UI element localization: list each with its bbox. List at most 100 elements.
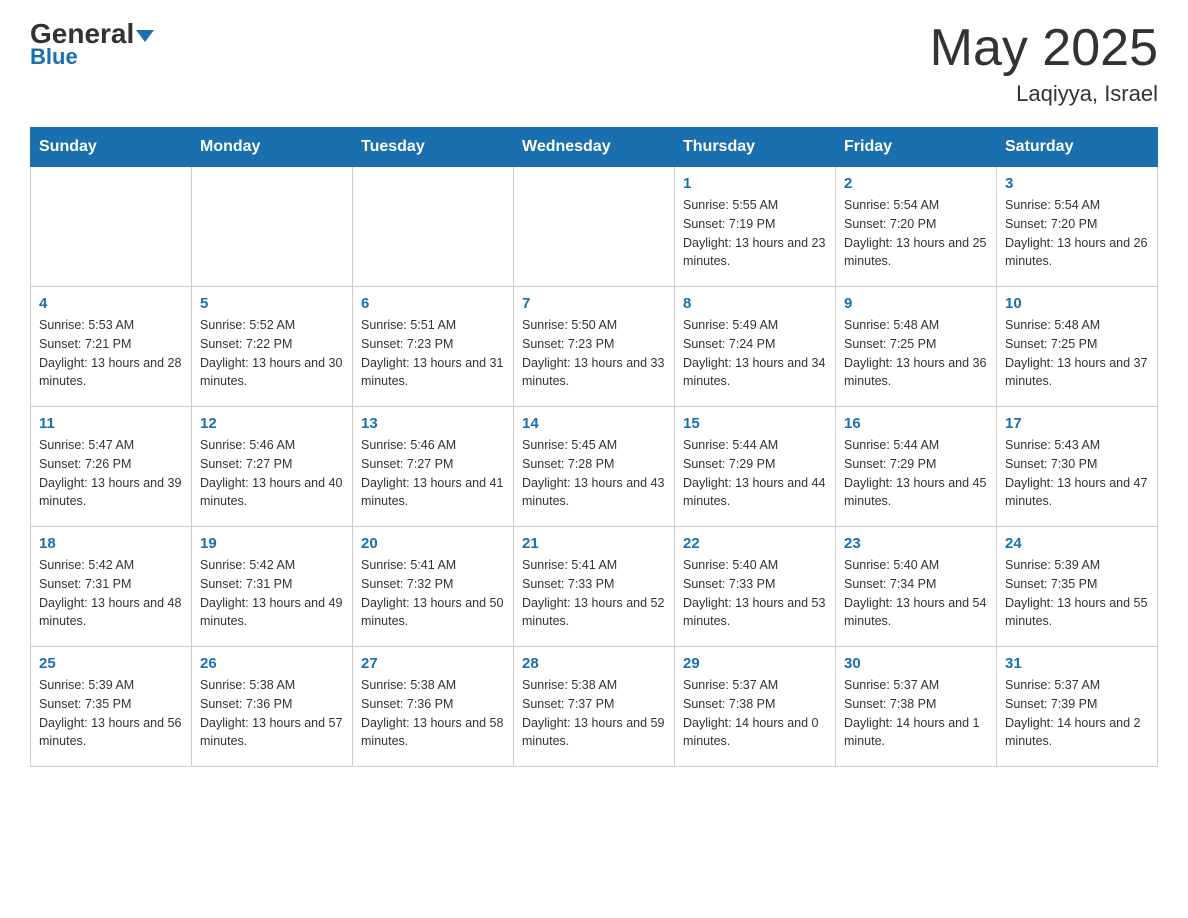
day-number: 3 [1005,175,1149,192]
day-number: 13 [361,415,505,432]
day-number: 23 [844,535,988,552]
day-info: Sunrise: 5:37 AMSunset: 7:39 PMDaylight:… [1005,676,1149,751]
day-info: Sunrise: 5:38 AMSunset: 7:36 PMDaylight:… [200,676,344,751]
day-info: Sunrise: 5:53 AMSunset: 7:21 PMDaylight:… [39,316,183,391]
calendar-cell: 14Sunrise: 5:45 AMSunset: 7:28 PMDayligh… [514,407,675,527]
calendar-cell: 4 Sunrise: 5:53 AMSunset: 7:21 PMDaylight… [31,287,192,407]
day-info: Sunrise: 5:41 AMSunset: 7:32 PMDaylight:… [361,556,505,631]
calendar-cell: 6Sunrise: 5:51 AMSunset: 7:23 PMDaylight… [353,287,514,407]
day-info: Sunrise: 5:38 AMSunset: 7:36 PMDaylight:… [361,676,505,751]
day-info: Sunrise: 5:43 AMSunset: 7:30 PMDaylight:… [1005,436,1149,511]
day-number: 20 [361,535,505,552]
week-row-4: 18 Sunrise: 5:42 AMSunset: 7:31 PMDayligh… [31,527,1158,647]
day-number: 25 [39,655,183,672]
day-info: Sunrise: 5:44 AMSunset: 7:29 PMDaylight:… [683,436,827,511]
day-info: Sunrise: 5:44 AMSunset: 7:29 PMDaylight:… [844,436,988,511]
day-info: Sunrise: 5:38 AMSunset: 7:37 PMDaylight:… [522,676,666,751]
day-number: 16 [844,415,988,432]
day-number: 6 [361,295,505,312]
calendar-cell: 24Sunrise: 5:39 AMSunset: 7:35 PMDayligh… [997,527,1158,647]
week-row-2: 4 Sunrise: 5:53 AMSunset: 7:21 PMDaylight… [31,287,1158,407]
week-row-1: 1 Sunrise: 5:55 AMSunset: 7:19 PMDaylight… [31,167,1158,287]
calendar-cell: 29 Sunrise: 5:37 AMSunset: 7:38 PMDayligh… [675,647,836,767]
calendar-cell: 3 Sunrise: 5:54 AMSunset: 7:20 PMDaylight… [997,167,1158,287]
weekday-header-saturday: Saturday [997,128,1158,167]
day-number: 4 [39,295,183,312]
calendar-cell: 18 Sunrise: 5:42 AMSunset: 7:31 PMDayligh… [31,527,192,647]
day-info: Sunrise: 5:46 AMSunset: 7:27 PMDaylight:… [200,436,344,511]
day-number: 30 [844,655,988,672]
day-number: 7 [522,295,666,312]
day-number: 24 [1005,535,1149,552]
calendar-cell [514,167,675,287]
weekday-header-thursday: Thursday [675,128,836,167]
day-info: Sunrise: 5:50 AMSunset: 7:23 PMDaylight:… [522,316,666,391]
title-area: May 2025 Laqiyya, Israel [930,20,1158,107]
day-info: Sunrise: 5:48 AMSunset: 7:25 PMDaylight:… [844,316,988,391]
day-number: 31 [1005,655,1149,672]
calendar-cell: 27Sunrise: 5:38 AMSunset: 7:36 PMDayligh… [353,647,514,767]
day-number: 26 [200,655,344,672]
day-number: 17 [1005,415,1149,432]
day-info: Sunrise: 5:47 AMSunset: 7:26 PMDaylight:… [39,436,183,511]
day-number: 22 [683,535,827,552]
day-info: Sunrise: 5:54 AMSunset: 7:20 PMDaylight:… [844,196,988,271]
day-number: 15 [683,415,827,432]
calendar-cell: 22 Sunrise: 5:40 AMSunset: 7:33 PMDayligh… [675,527,836,647]
day-info: Sunrise: 5:42 AMSunset: 7:31 PMDaylight:… [200,556,344,631]
day-info: Sunrise: 5:42 AMSunset: 7:31 PMDaylight:… [39,556,183,631]
calendar-cell: 12 Sunrise: 5:46 AMSunset: 7:27 PMDayligh… [192,407,353,527]
calendar-table: SundayMondayTuesdayWednesdayThursdayFrid… [30,127,1158,767]
day-number: 21 [522,535,666,552]
weekday-header-row: SundayMondayTuesdayWednesdayThursdayFrid… [31,128,1158,167]
day-number: 10 [1005,295,1149,312]
weekday-header-friday: Friday [836,128,997,167]
day-info: Sunrise: 5:37 AMSunset: 7:38 PMDaylight:… [844,676,988,751]
calendar-cell: 8 Sunrise: 5:49 AMSunset: 7:24 PMDaylight… [675,287,836,407]
day-info: Sunrise: 5:37 AMSunset: 7:38 PMDaylight:… [683,676,827,751]
day-number: 5 [200,295,344,312]
day-info: Sunrise: 5:49 AMSunset: 7:24 PMDaylight:… [683,316,827,391]
calendar-cell: 7 Sunrise: 5:50 AMSunset: 7:23 PMDaylight… [514,287,675,407]
calendar-cell: 15 Sunrise: 5:44 AMSunset: 7:29 PMDayligh… [675,407,836,527]
day-info: Sunrise: 5:39 AMSunset: 7:35 PMDaylight:… [39,676,183,751]
weekday-header-monday: Monday [192,128,353,167]
day-number: 18 [39,535,183,552]
calendar-cell [31,167,192,287]
calendar-cell: 30 Sunrise: 5:37 AMSunset: 7:38 PMDayligh… [836,647,997,767]
week-row-5: 25 Sunrise: 5:39 AMSunset: 7:35 PMDayligh… [31,647,1158,767]
day-number: 11 [39,415,183,432]
calendar-cell: 1 Sunrise: 5:55 AMSunset: 7:19 PMDaylight… [675,167,836,287]
weekday-header-sunday: Sunday [31,128,192,167]
calendar-cell: 9Sunrise: 5:48 AMSunset: 7:25 PMDaylight… [836,287,997,407]
day-number: 8 [683,295,827,312]
day-info: Sunrise: 5:40 AMSunset: 7:33 PMDaylight:… [683,556,827,631]
location-title: Laqiyya, Israel [930,81,1158,107]
day-info: Sunrise: 5:46 AMSunset: 7:27 PMDaylight:… [361,436,505,511]
calendar-cell: 26 Sunrise: 5:38 AMSunset: 7:36 PMDayligh… [192,647,353,767]
page-header: General Blue May 2025 Laqiyya, Israel [30,20,1158,107]
day-number: 19 [200,535,344,552]
calendar-cell: 5Sunrise: 5:52 AMSunset: 7:22 PMDaylight… [192,287,353,407]
day-info: Sunrise: 5:48 AMSunset: 7:25 PMDaylight:… [1005,316,1149,391]
day-number: 1 [683,175,827,192]
logo: General Blue [30,20,154,70]
day-info: Sunrise: 5:54 AMSunset: 7:20 PMDaylight:… [1005,196,1149,271]
day-info: Sunrise: 5:45 AMSunset: 7:28 PMDaylight:… [522,436,666,511]
calendar-cell: 19 Sunrise: 5:42 AMSunset: 7:31 PMDayligh… [192,527,353,647]
day-info: Sunrise: 5:40 AMSunset: 7:34 PMDaylight:… [844,556,988,631]
calendar-cell: 21 Sunrise: 5:41 AMSunset: 7:33 PMDayligh… [514,527,675,647]
day-info: Sunrise: 5:55 AMSunset: 7:19 PMDaylight:… [683,196,827,271]
calendar-cell: 31 Sunrise: 5:37 AMSunset: 7:39 PMDayligh… [997,647,1158,767]
calendar-cell: 25 Sunrise: 5:39 AMSunset: 7:35 PMDayligh… [31,647,192,767]
calendar-cell: 13 Sunrise: 5:46 AMSunset: 7:27 PMDayligh… [353,407,514,527]
calendar-cell: 16 Sunrise: 5:44 AMSunset: 7:29 PMDayligh… [836,407,997,527]
day-number: 12 [200,415,344,432]
calendar-cell: 28Sunrise: 5:38 AMSunset: 7:37 PMDayligh… [514,647,675,767]
calendar-cell [192,167,353,287]
weekday-header-tuesday: Tuesday [353,128,514,167]
day-number: 29 [683,655,827,672]
day-info: Sunrise: 5:41 AMSunset: 7:33 PMDaylight:… [522,556,666,631]
calendar-cell: 11 Sunrise: 5:47 AMSunset: 7:26 PMDayligh… [31,407,192,527]
logo-blue-text: Blue [30,44,78,70]
